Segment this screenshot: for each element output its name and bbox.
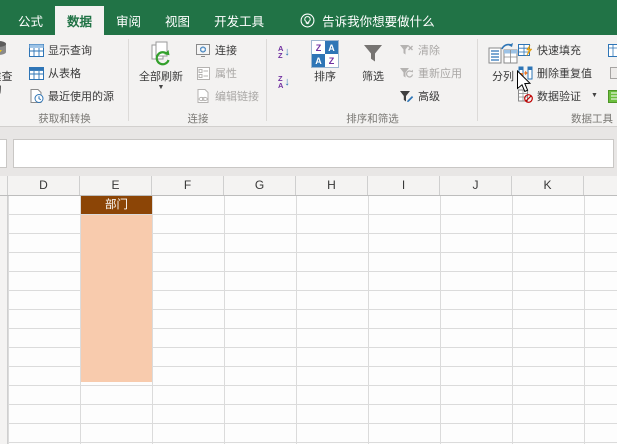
- edit-links-button: 编辑链接: [195, 86, 259, 106]
- dropdown-arrow-icon: ▼: [158, 84, 165, 92]
- filter-funnel-icon: [361, 39, 385, 69]
- data-validation-label: 数据验证: [537, 88, 581, 104]
- new-query-button[interactable]: 新建查询 ▼: [0, 37, 19, 111]
- column-header-d[interactable]: D: [8, 176, 80, 195]
- filter-button[interactable]: 筛选: [352, 37, 394, 111]
- reapply-filter-label: 重新应用: [418, 65, 462, 81]
- excel-window: 公式 数据 审阅 视图 开发工具 告诉我你想要做什么: [0, 0, 617, 444]
- from-table-icon: [28, 65, 44, 81]
- flash-fill-button[interactable]: 快速填充: [517, 40, 581, 60]
- from-table-button[interactable]: 从表格: [28, 63, 81, 83]
- filter-label: 筛选: [362, 71, 384, 84]
- from-table-label: 从表格: [48, 65, 81, 81]
- formula-bar-input[interactable]: [13, 139, 614, 168]
- sort-az-icon: AZ: [278, 45, 283, 59]
- tell-me-box[interactable]: 告诉我你想要做什么: [292, 6, 443, 35]
- tell-me-label: 告诉我你想要做什么: [322, 11, 435, 30]
- spreadsheet-grid[interactable]: 部门: [0, 196, 617, 444]
- group-label-data-tools: 数据工具: [478, 111, 617, 126]
- flash-fill-icon: [517, 42, 533, 58]
- sort-descending-button[interactable]: ZA ↓: [278, 71, 302, 93]
- what-if-icon: [608, 65, 617, 81]
- tab-review[interactable]: 审阅: [104, 6, 153, 35]
- lightbulb-icon: [300, 13, 315, 28]
- highlighted-column-e[interactable]: [81, 215, 152, 382]
- header-corner: [0, 176, 8, 195]
- down-arrow-icon: ↓: [284, 46, 290, 58]
- column-header-h[interactable]: H: [296, 176, 368, 195]
- recent-sources-button[interactable]: 最近使用的源: [28, 86, 114, 106]
- tab-formulas[interactable]: 公式: [6, 6, 55, 35]
- what-if-button-partial[interactable]: [608, 63, 617, 83]
- group-label-connections: 连接: [129, 111, 267, 126]
- group-data-tools: 分列 快速填充 删除重复值 数据验证 ▼: [478, 35, 617, 127]
- column-headers: D E F G H I J K: [0, 176, 617, 196]
- sort-dialog-icon: ZAAZ: [311, 39, 339, 69]
- down-arrow-icon: ↓: [284, 76, 290, 88]
- refresh-all-button[interactable]: 全部刷新 ▼: [136, 37, 186, 111]
- new-query-label: 新建查询: [0, 71, 13, 97]
- advanced-filter-icon: [398, 88, 414, 104]
- group-sort-filter: AZ ↓ ZA ↓ ZAAZ 排序 筛选: [267, 35, 478, 127]
- group-connections: 全部刷新 ▼ 连接 属性 编辑链接 连接: [129, 35, 267, 127]
- consolidate-button-partial[interactable]: [607, 40, 617, 60]
- edit-links-icon: [195, 88, 211, 104]
- sort-ascending-button[interactable]: AZ ↓: [278, 41, 302, 63]
- data-model-icon: [607, 88, 617, 104]
- column-header-j[interactable]: J: [440, 176, 512, 195]
- clear-filter-button: 清除: [398, 40, 440, 60]
- reapply-filter-button: 重新应用: [398, 63, 462, 83]
- dropdown-arrow-icon: ▼: [591, 92, 598, 100]
- sort-label: 排序: [314, 71, 336, 84]
- reapply-filter-icon: [398, 65, 414, 81]
- connections-icon: [195, 42, 211, 58]
- properties-icon: [195, 65, 211, 81]
- database-icon: [0, 39, 9, 69]
- advanced-filter-button[interactable]: 高级: [398, 86, 440, 106]
- properties-button: 属性: [195, 63, 237, 83]
- show-queries-icon: [28, 42, 44, 58]
- remove-duplicates-label: 删除重复值: [537, 65, 592, 81]
- refresh-all-label: 全部刷新: [139, 71, 183, 84]
- data-model-button-partial[interactable]: [607, 86, 617, 106]
- text-to-columns-icon: [488, 39, 518, 69]
- consolidate-icon: [607, 42, 617, 58]
- row-header-strip: [0, 196, 8, 444]
- advanced-filter-label: 高级: [418, 88, 440, 104]
- sort-button[interactable]: ZAAZ 排序: [304, 37, 346, 111]
- tab-data[interactable]: 数据: [55, 6, 104, 35]
- formula-bar-row: [0, 127, 617, 176]
- column-header-g[interactable]: G: [224, 176, 296, 195]
- column-header-e[interactable]: E: [80, 176, 152, 195]
- column-header-k[interactable]: K: [512, 176, 584, 195]
- show-queries-label: 显示查询: [48, 42, 92, 58]
- clear-filter-icon: [398, 42, 414, 58]
- column-header-f[interactable]: F: [152, 176, 224, 195]
- group-label-sort-filter: 排序和筛选: [267, 111, 478, 126]
- ribbon-tab-bar: 公式 数据 审阅 视图 开发工具 告诉我你想要做什么: [0, 0, 617, 35]
- connections-label: 连接: [215, 42, 237, 58]
- recent-sources-label: 最近使用的源: [48, 88, 114, 104]
- text-to-columns-label: 分列: [492, 71, 514, 84]
- connections-button[interactable]: 连接: [195, 40, 237, 60]
- column-header-i[interactable]: I: [368, 176, 440, 195]
- group-label-get-transform: 获取和转换: [0, 111, 129, 126]
- sort-za-icon: ZA: [278, 75, 283, 89]
- recent-sources-icon: [28, 88, 44, 104]
- properties-label: 属性: [215, 65, 237, 81]
- tab-view[interactable]: 视图: [153, 6, 202, 35]
- edit-links-label: 编辑链接: [215, 88, 259, 104]
- tab-developer[interactable]: 开发工具: [202, 6, 276, 35]
- group-get-transform: 新建查询 ▼ 显示查询 从表格 最近使用的源 获取和: [0, 35, 129, 127]
- cell-e1-department-header[interactable]: 部门: [81, 196, 152, 214]
- flash-fill-label: 快速填充: [537, 42, 581, 58]
- show-queries-button[interactable]: 显示查询: [28, 40, 92, 60]
- mouse-cursor: [516, 70, 531, 93]
- clear-filter-label: 清除: [418, 42, 440, 58]
- name-box[interactable]: [0, 139, 7, 168]
- refresh-all-icon: [148, 39, 174, 69]
